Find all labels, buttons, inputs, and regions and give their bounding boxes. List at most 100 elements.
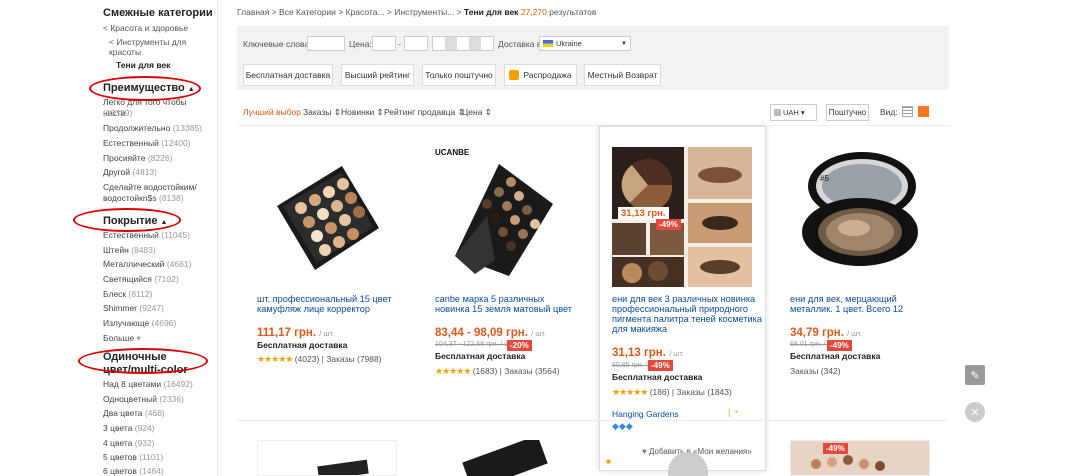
- product-title[interactable]: ени для век, мерцающий металлик. 1 цвет.…: [790, 294, 935, 314]
- product-title[interactable]: ени для век 3 различных новинка професси…: [612, 294, 762, 334]
- related-categories-title: Смежные категории: [103, 7, 213, 19]
- product-image[interactable]: [257, 440, 397, 476]
- product-price: 34,79 грн. / шт.: [790, 327, 863, 339]
- filter-option[interactable]: Два цвета (466): [103, 408, 211, 419]
- compare-icon[interactable]: ■: [606, 457, 611, 466]
- discount-badge: -49%: [827, 340, 852, 351]
- keywords-input[interactable]: [307, 36, 345, 51]
- single-piece-button[interactable]: Только поштучно: [422, 64, 496, 86]
- store-link[interactable]: Hanging Gardens: [612, 409, 679, 419]
- list-view-icon[interactable]: [902, 106, 913, 117]
- filter-option[interactable]: 6 цветов (1464): [103, 466, 211, 476]
- delivery-select[interactable]: Ukraine ▼: [539, 36, 631, 51]
- breadcrumb: Главная > Все Категории > Красота... > И…: [237, 7, 596, 17]
- free-shipping-label: Бесплатная доставка: [435, 351, 526, 361]
- filter-option[interactable]: Металлический (4681): [103, 259, 211, 270]
- delivery-label: Доставка в: [498, 39, 542, 49]
- free-shipping-label: Бесплатная доставка: [790, 351, 881, 361]
- price-max-input[interactable]: [404, 36, 428, 51]
- row-divider: [237, 420, 949, 421]
- filter-option[interactable]: Одноцветный (2336): [103, 394, 211, 405]
- annotation-oval: [78, 348, 208, 374]
- product-image[interactable]: [435, 440, 575, 476]
- close-icon[interactable]: ✕: [965, 402, 985, 422]
- per-piece-toggle[interactable]: Поштучно: [826, 104, 869, 121]
- store-badge-icon[interactable]: | ◔: [728, 407, 738, 417]
- local-return-button[interactable]: Местный Возврат: [584, 64, 661, 86]
- product-price: 111,17 грн. / шт.: [257, 327, 335, 339]
- price-slider[interactable]: [432, 36, 494, 51]
- product-image[interactable]: -49%: [790, 440, 930, 476]
- filter-option[interactable]: Естественный (12400): [103, 138, 211, 149]
- free-shipping-label: Бесплатная доставка: [612, 372, 703, 382]
- sale-button[interactable]: Распродажа: [504, 64, 577, 86]
- currency-icon: [774, 109, 781, 116]
- shade-tag: #5: [820, 174, 829, 183]
- sort-newest[interactable]: Новинки ⇕: [341, 107, 384, 118]
- edit-icon[interactable]: ✎: [965, 365, 985, 385]
- sort-best[interactable]: Лучший выбор: [243, 107, 301, 117]
- product-price: 83,44 - 98,09 грн. / шт.: [435, 327, 547, 339]
- product-rating: Заказы (342): [790, 366, 841, 376]
- product-image[interactable]: [612, 440, 752, 476]
- filter-option[interactable]: Другой (4813): [103, 167, 211, 178]
- filter-option[interactable]: водостойкn$s (8138): [103, 193, 211, 204]
- rating-stars-icon: ★★★★★: [612, 387, 648, 397]
- discount-badge: -49%: [648, 360, 673, 371]
- filter-option[interactable]: Светящийся (7102): [103, 274, 211, 285]
- dropdown-arrow-icon: ▼: [621, 40, 627, 47]
- product-rating: ★★★★★ (186) | Заказы (1843): [612, 387, 732, 397]
- sort-seller-rating[interactable]: Рейтинг продавца ⇕: [384, 107, 465, 118]
- annotation-oval: [73, 208, 181, 232]
- sidebar: Смежные категории < Красота и здоровье <…: [73, 0, 218, 476]
- breadcrumb-path[interactable]: Главная > Все Категории > Красота... > И…: [237, 7, 462, 17]
- product-image[interactable]: 31,13 грн. -49%: [612, 147, 752, 287]
- discount-badge: -49%: [823, 443, 848, 454]
- product-rating: ★★★★★ (1683) | Заказы (3564): [435, 366, 560, 376]
- keywords-label: Ключевые слова:: [243, 39, 312, 49]
- breadcrumb-current: Тени для век: [464, 7, 519, 17]
- sort-bar: Лучший выбор Заказы ⇕ Новинки ⇕ Рейтинг …: [237, 100, 949, 126]
- top-rated-button[interactable]: Высший рейтинг: [341, 64, 414, 86]
- filter-option[interactable]: Над 8 цветами (16492): [103, 379, 211, 390]
- product-image[interactable]: UCANBE: [435, 146, 573, 284]
- image-discount-badge: -49%: [656, 219, 681, 230]
- view-label: Вид:: [880, 107, 898, 117]
- product-image[interactable]: #5: [790, 146, 928, 284]
- price-min-input[interactable]: [372, 36, 396, 51]
- palette-15-image: [277, 166, 379, 270]
- filter-option[interactable]: 4 цвета (932): [103, 438, 211, 449]
- sort-orders[interactable]: Заказы ⇕: [303, 107, 341, 118]
- filter-box: Ключевые слова: Цена: - Доставка в Ukrai…: [237, 26, 949, 90]
- product-title[interactable]: шт. профессиональный 15 цвет камуфляж ли…: [257, 294, 402, 314]
- sort-price[interactable]: Цена ⇕: [462, 107, 492, 118]
- filter-option[interactable]: Продолжительно (13385): [103, 123, 211, 134]
- result-count: 27,270: [520, 7, 547, 17]
- free-shipping-button[interactable]: Бесплатная доставка: [243, 64, 333, 86]
- filter-option[interactable]: 5 цветов (1101): [103, 452, 211, 463]
- product-price: 31,13 грн. / шт.: [612, 347, 685, 359]
- currency-select[interactable]: UAH ▾: [770, 104, 817, 121]
- filter-option[interactable]: Сделайте водостойким/: [103, 182, 211, 193]
- related-link-tools-cont[interactable]: красоты: [109, 47, 141, 58]
- more-link[interactable]: Больше ▾: [103, 333, 211, 344]
- product-image[interactable]: [257, 146, 395, 284]
- filter-option[interactable]: Блеск (8112): [103, 289, 211, 300]
- filter-option[interactable]: Естественный (11045): [103, 230, 211, 241]
- ukraine-flag-icon: [543, 40, 553, 47]
- discount-badge: -20%: [507, 340, 532, 351]
- related-link-current: Тени для век: [116, 60, 171, 70]
- filter-option[interactable]: Shimmer (9247): [103, 303, 211, 314]
- brand-label: UCANBE: [435, 148, 470, 157]
- filter-option[interactable]: Просияйте (8226): [103, 153, 211, 164]
- related-link-beauty[interactable]: < Красота и здоровье: [103, 23, 188, 34]
- grid-view-icon[interactable]: [918, 106, 929, 117]
- filter-option[interactable]: Штейн (8483): [103, 245, 211, 256]
- main-content: Главная > Все Категории > Красота... > И…: [237, 0, 949, 476]
- product-title[interactable]: canbe марка 5 различных новинка 15 земля…: [435, 294, 580, 314]
- filter-option[interactable]: 3 цвета (924): [103, 423, 211, 434]
- round-compact-image: [802, 152, 918, 266]
- price-label: Цена:: [349, 39, 372, 49]
- filter-option-count: (13339): [103, 108, 133, 118]
- filter-option[interactable]: Излучающе (4696): [103, 318, 211, 329]
